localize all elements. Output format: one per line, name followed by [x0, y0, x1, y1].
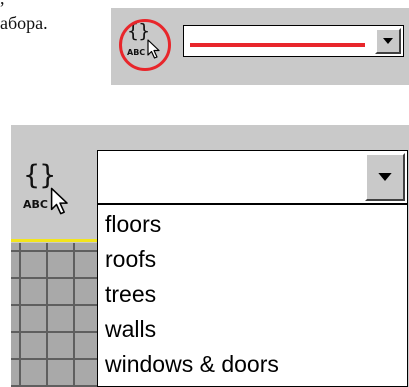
abc-label: ABC — [23, 198, 48, 211]
dropdown-option-windows-doors[interactable]: windows & doors — [98, 347, 407, 382]
dropdown-option-floors[interactable]: floors — [98, 207, 407, 242]
dropdown-arrow-icon — [383, 38, 393, 44]
highlight-circle — [119, 19, 171, 71]
selector-toolbar-expanded: {} ABC floors roofs trees walls windows … — [11, 125, 409, 387]
category-dropdown[interactable] — [97, 150, 408, 204]
selector-toolbar-highlighted: {} ABC — [111, 8, 409, 85]
dropdown-list: floors roofs trees walls windows & doors — [97, 204, 408, 387]
category-dropdown[interactable] — [183, 25, 404, 57]
dropdown-option-walls[interactable]: walls — [98, 312, 407, 347]
selector-tool-icon[interactable]: {} ABC — [23, 162, 83, 222]
caption-line-2: абора. — [0, 13, 48, 33]
layer-indicator-line — [11, 239, 107, 242]
dropdown-option-roofs[interactable]: roofs — [98, 242, 407, 277]
dropdown-button[interactable] — [365, 153, 405, 201]
cursor-arrow-icon — [50, 187, 68, 215]
canvas-grid — [11, 243, 107, 387]
dropdown-button[interactable] — [375, 28, 401, 54]
braces-glyph: {} — [23, 160, 56, 191]
highlight-underline — [190, 43, 365, 47]
caption-line-1: , — [0, 0, 5, 9]
dropdown-option-trees[interactable]: trees — [98, 277, 407, 312]
dropdown-arrow-icon — [378, 173, 392, 181]
